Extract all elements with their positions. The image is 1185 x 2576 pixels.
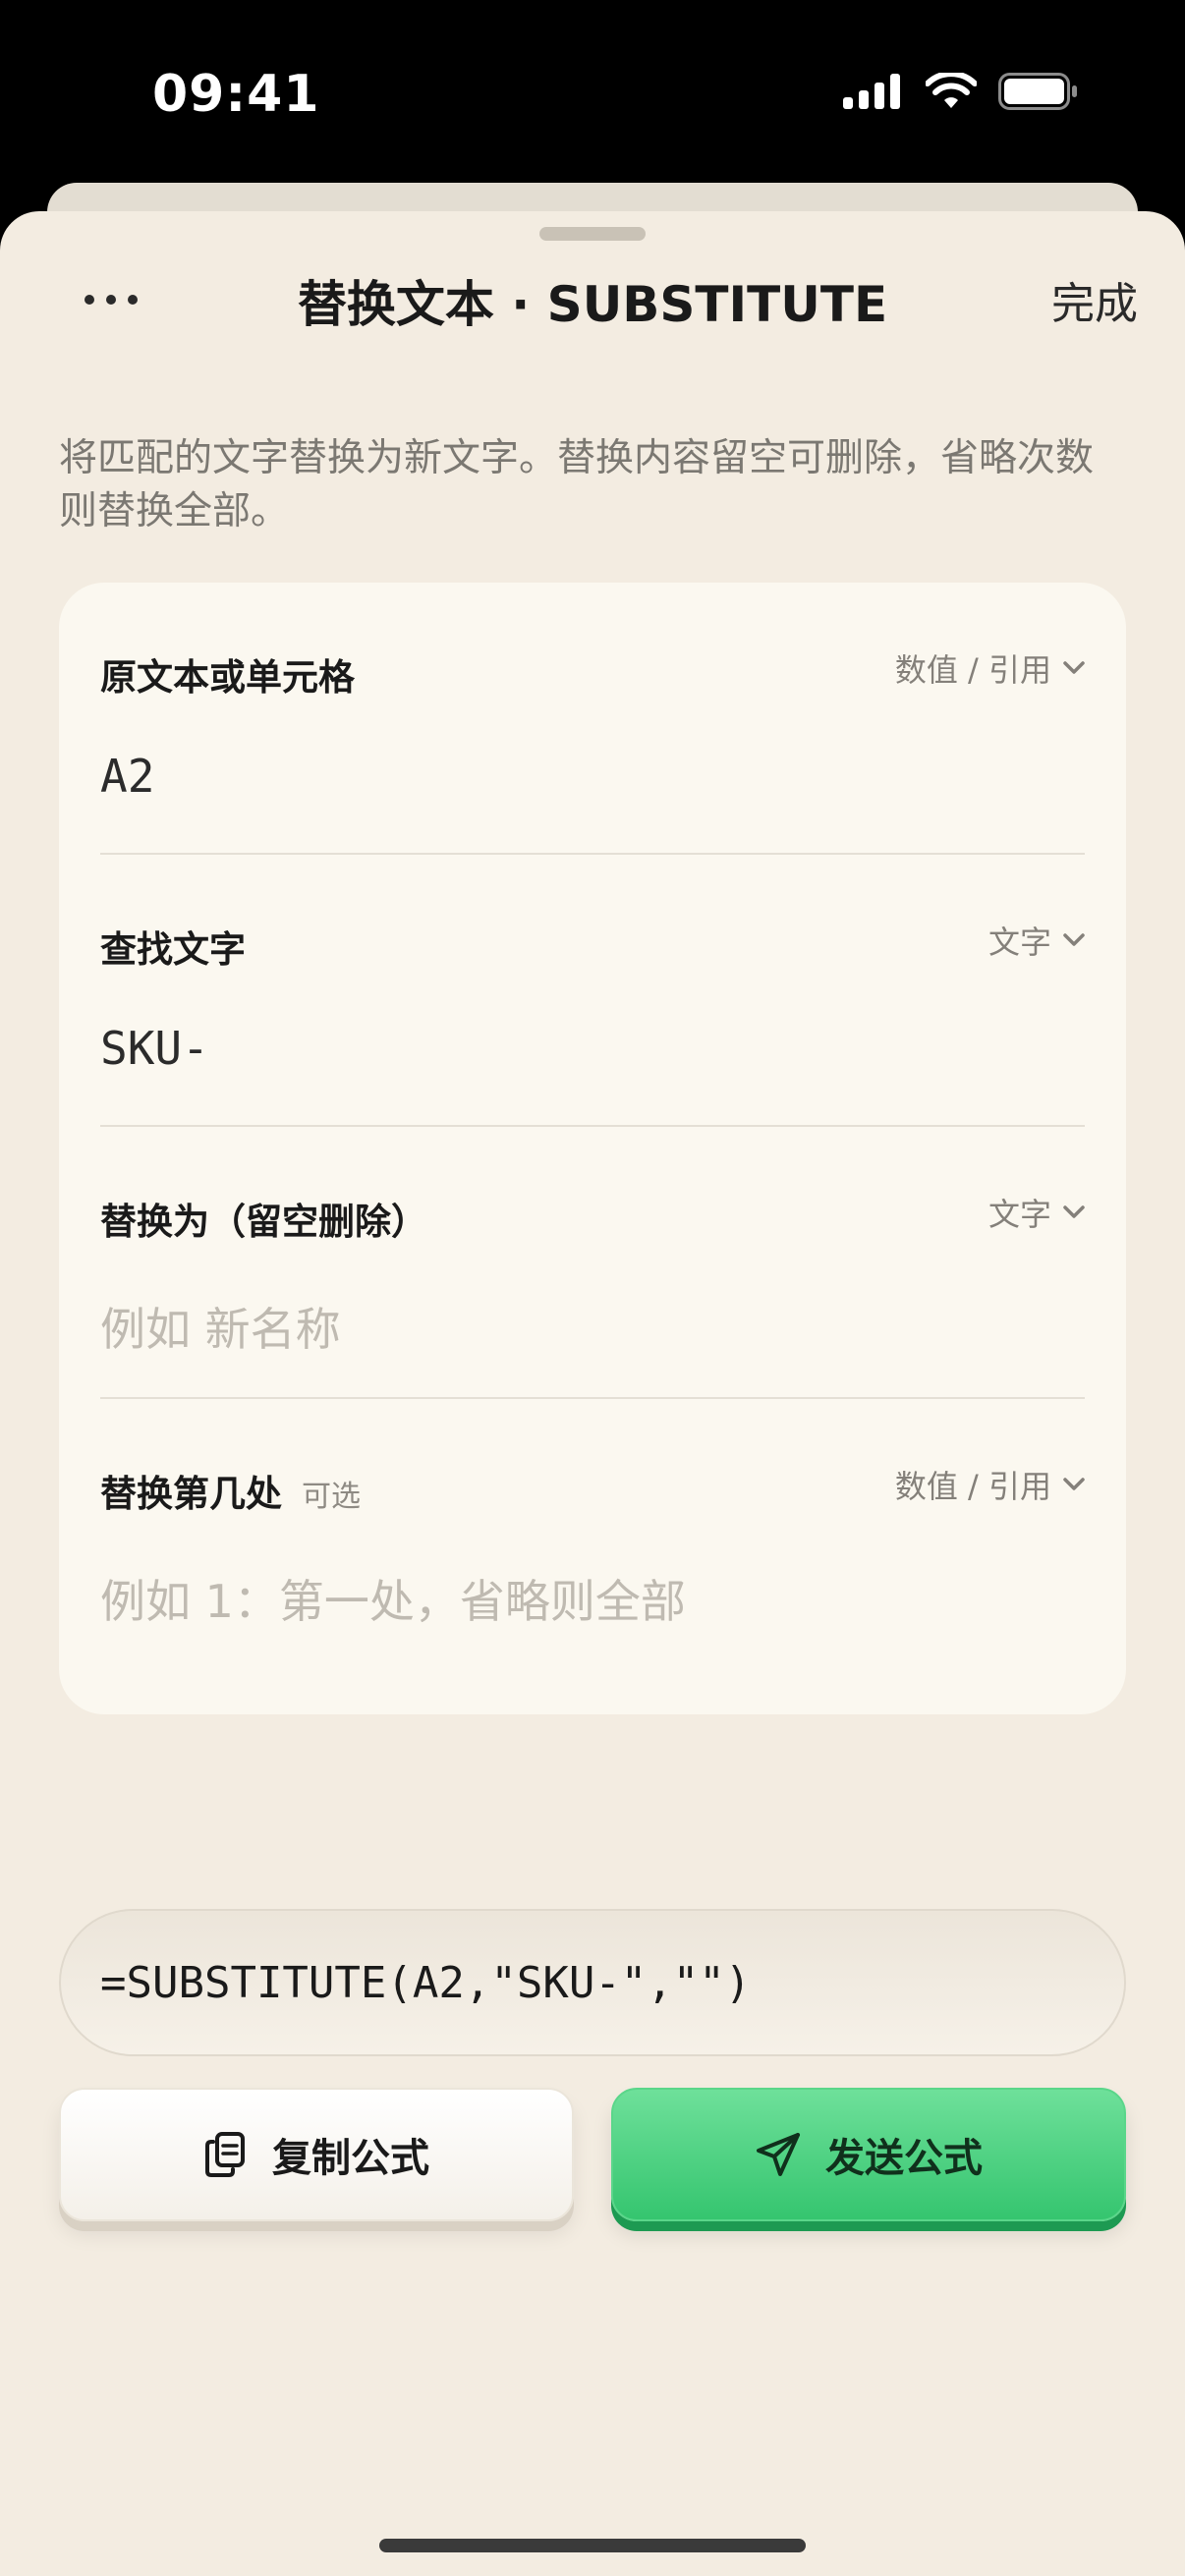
chevron-down-icon xyxy=(1063,1205,1085,1218)
status-icons xyxy=(843,73,1079,110)
type-select[interactable]: 文字 xyxy=(988,918,1085,963)
field-label: 替换为（留空删除） xyxy=(100,1201,427,1243)
type-select[interactable]: 数值 / 引用 xyxy=(895,645,1085,691)
status-time: 09:41 xyxy=(152,65,320,124)
argument-field-replace: 替换为（留空删除） 文字 例如 新名称 xyxy=(100,1127,1085,1399)
instance-input[interactable]: 例如 1：第一处，省略则全部 xyxy=(100,1566,686,1631)
argument-field-instance: 替换第几处 可选 数值 / 引用 例如 1：第一处，省略则全部 xyxy=(100,1399,1085,1671)
find-input[interactable]: SKU- xyxy=(100,1022,209,1075)
wifi-icon xyxy=(926,73,977,108)
status-bar: 09:41 xyxy=(0,0,1185,187)
arguments-card: 原文本或单元格 数值 / 引用 A2 查找文字 文字 SKU- 替换为（留空删除… xyxy=(59,583,1126,1714)
sheet-title: 替换文本 · SUBSTITUTE xyxy=(297,276,888,333)
copy-formula-button[interactable]: 复制公式 xyxy=(59,2088,574,2221)
type-select[interactable]: 文字 xyxy=(988,1190,1085,1235)
more-icon xyxy=(85,295,138,305)
chevron-down-icon xyxy=(1063,661,1085,674)
text-input[interactable]: A2 xyxy=(100,750,154,803)
chevron-down-icon xyxy=(1063,933,1085,946)
battery-icon xyxy=(998,73,1077,110)
chevron-down-icon xyxy=(1063,1478,1085,1490)
field-label: 替换第几处 可选 xyxy=(100,1473,361,1515)
send-icon xyxy=(757,2133,800,2176)
function-description: 将匹配的文字替换为新文字。替换内容留空可删除，省略次数则替换全部。 xyxy=(59,436,1095,533)
argument-field-text: 原文本或单元格 数值 / 引用 A2 xyxy=(100,583,1085,855)
optional-tag: 可选 xyxy=(302,1480,361,1514)
argument-field-find: 查找文字 文字 SKU- xyxy=(100,855,1085,1127)
formula-preview[interactable]: =SUBSTITUTE(A2,"SKU-","") xyxy=(59,1909,1126,2056)
send-formula-label: 发送公式 xyxy=(825,2136,983,2181)
more-button[interactable] xyxy=(77,270,145,329)
field-label: 查找文字 xyxy=(100,928,246,971)
home-indicator[interactable] xyxy=(379,2539,806,2552)
done-button[interactable]: 完成 xyxy=(1051,268,1138,331)
type-select[interactable]: 数值 / 引用 xyxy=(895,1462,1085,1507)
field-label: 原文本或单元格 xyxy=(100,656,355,699)
cellular-signal-icon xyxy=(843,74,900,109)
sheet-grabber[interactable] xyxy=(539,227,646,241)
copy-icon xyxy=(205,2132,245,2177)
send-formula-button[interactable]: 发送公式 xyxy=(611,2088,1126,2221)
formula-text: =SUBSTITUTE(A2,"SKU-","") xyxy=(100,1957,752,2008)
copy-formula-label: 复制公式 xyxy=(272,2136,429,2181)
replace-input[interactable]: 例如 新名称 xyxy=(100,1294,341,1359)
